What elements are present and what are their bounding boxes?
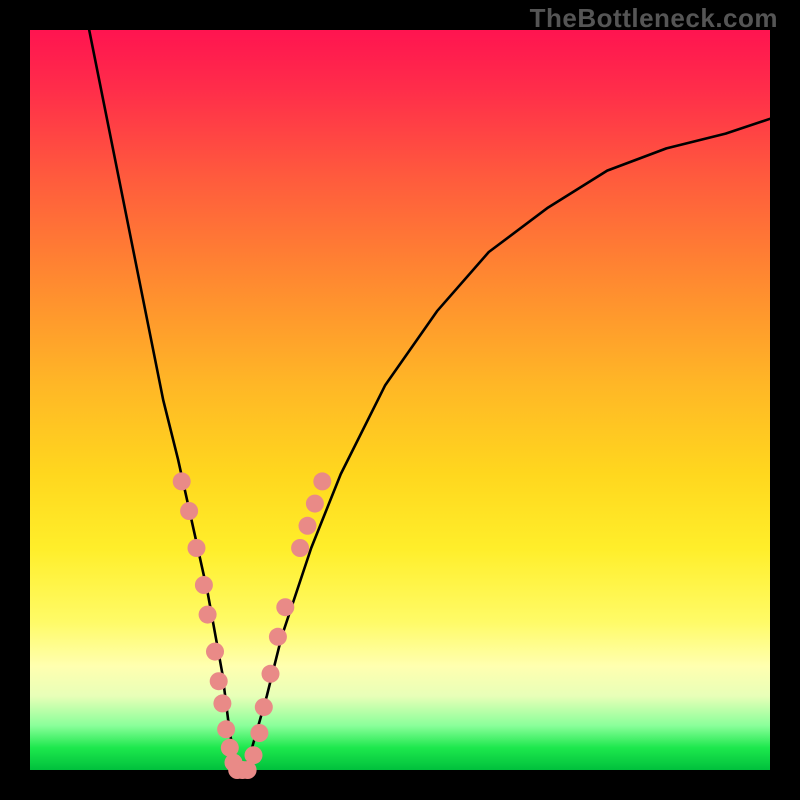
highlight-dot: [299, 517, 317, 535]
highlight-dot: [188, 539, 206, 557]
highlight-dot: [262, 665, 280, 683]
highlight-dot: [250, 724, 268, 742]
highlight-dot: [195, 576, 213, 594]
chart-frame: TheBottleneck.com: [0, 0, 800, 800]
highlight-dot: [245, 746, 263, 764]
highlight-dot: [291, 539, 309, 557]
highlight-dots: [173, 472, 332, 779]
highlight-dot: [255, 698, 273, 716]
highlight-dot: [269, 628, 287, 646]
highlight-dot: [173, 472, 191, 490]
highlight-dot: [213, 694, 231, 712]
highlight-dot: [217, 720, 235, 738]
highlight-dot: [180, 502, 198, 520]
highlight-dot: [276, 598, 294, 616]
highlight-dot: [206, 643, 224, 661]
highlight-dot: [313, 472, 331, 490]
highlight-dot: [210, 672, 228, 690]
plot-area: [30, 30, 770, 770]
chart-svg: [30, 30, 770, 770]
highlight-dot: [199, 606, 217, 624]
bottleneck-curve: [89, 30, 770, 770]
highlight-dot: [306, 495, 324, 513]
